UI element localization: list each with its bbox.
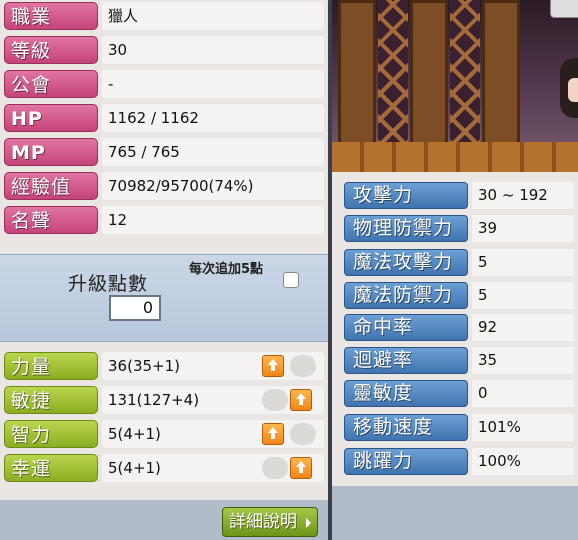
auto-add-checkbox[interactable]	[283, 272, 299, 288]
dex-up-arrow-icon[interactable]	[290, 389, 312, 411]
info-value: 70982/95700(74%)	[102, 172, 324, 200]
ability-label: 敏捷	[4, 386, 98, 414]
scene-sign	[550, 0, 578, 18]
wooden-post	[338, 0, 376, 145]
detail-button-label: 詳細說明	[229, 512, 297, 532]
info-row-job: 職業 獵人	[4, 0, 324, 32]
stat-row: 迴避率 35	[344, 344, 574, 376]
stat-value: 5	[472, 249, 574, 276]
info-row-hp: HP 1162 / 1162	[4, 102, 324, 134]
scene-floor	[332, 142, 578, 172]
str-up-arrow-icon[interactable]	[262, 355, 284, 377]
stat-row: 跳躍力 100%	[344, 445, 574, 477]
int-slot-disabled	[290, 423, 316, 445]
stat-label: 魔法攻擊力	[344, 249, 468, 276]
luk-slot-disabled	[262, 457, 288, 479]
stat-label: 移動速度	[344, 414, 468, 441]
stat-row: 命中率 92	[344, 311, 574, 343]
info-label: 公會	[4, 70, 98, 98]
stat-value: 30 ~ 192	[472, 182, 574, 209]
stat-label: 攻擊力	[344, 182, 468, 209]
dex-slot-disabled	[262, 389, 288, 411]
info-value: 12	[102, 206, 324, 234]
character-face	[568, 78, 578, 102]
wooden-post	[410, 0, 448, 145]
info-row-mp: MP 765 / 765	[4, 136, 324, 168]
stat-row: 移動速度 101%	[344, 411, 574, 443]
info-value: 1162 / 1162	[102, 104, 324, 132]
stat-value: 35	[472, 347, 574, 374]
stat-row: 魔法防禦力 5	[344, 279, 574, 311]
auto-add-label: 每次追加5點	[188, 262, 264, 277]
info-label: 職業	[4, 2, 98, 30]
wooden-post	[482, 0, 520, 145]
stat-label: 靈敏度	[344, 380, 468, 407]
stat-label: 魔法防禦力	[344, 282, 468, 309]
ability-points-label: 升級點數	[68, 273, 149, 295]
stat-row: 攻擊力 30 ~ 192	[344, 179, 574, 211]
lattice-panel	[378, 0, 408, 145]
info-row-level: 等級 30	[4, 34, 324, 66]
ability-points-value: 0	[109, 295, 161, 321]
int-up-arrow-icon[interactable]	[262, 423, 284, 445]
stat-row: 物理防禦力 39	[344, 212, 574, 244]
stat-label: 跳躍力	[344, 448, 468, 475]
info-value: -	[102, 70, 324, 98]
stat-row: 魔法攻擊力 5	[344, 246, 574, 278]
info-row-exp: 經驗值 70982/95700(74%)	[4, 170, 324, 202]
ability-points-area: 升級點數	[0, 254, 328, 342]
info-label: 名聲	[4, 206, 98, 234]
detail-button[interactable]: 詳細說明	[222, 507, 318, 537]
stat-row: 靈敏度 0	[344, 377, 574, 409]
stats-panel: 攻擊力 30 ~ 192 物理防禦力 39 魔法攻擊力 5 魔法防禦力 5 命中…	[332, 0, 578, 540]
ability-label: 智力	[4, 420, 98, 448]
stat-value: 100%	[472, 448, 574, 475]
info-row-fame: 名聲 12	[4, 204, 324, 236]
stat-value: 5	[472, 282, 574, 309]
stat-label: 迴避率	[344, 347, 468, 374]
stat-value: 101%	[472, 414, 574, 441]
lattice-panel	[450, 0, 480, 145]
stat-value: 0	[472, 380, 574, 407]
info-label: 等級	[4, 36, 98, 64]
luk-up-arrow-icon[interactable]	[290, 457, 312, 479]
right-footer	[332, 486, 578, 540]
ability-label: 幸運	[4, 454, 98, 482]
info-label: MP	[4, 138, 98, 166]
info-label: HP	[4, 104, 98, 132]
stat-value: 39	[472, 215, 574, 242]
info-value: 30	[102, 36, 324, 64]
str-slot-disabled	[290, 355, 316, 377]
stat-value: 92	[472, 314, 574, 341]
info-value: 獵人	[102, 2, 324, 30]
chevron-right-icon	[306, 518, 311, 528]
character-info-panel: 職業 獵人 等級 30 公會 - HP 1162 / 1162 MP 765 /…	[0, 0, 328, 540]
stat-label: 物理防禦力	[344, 215, 468, 242]
ability-label: 力量	[4, 352, 98, 380]
character-scene-image	[332, 0, 578, 172]
info-row-guild: 公會 -	[4, 68, 324, 100]
stat-label: 命中率	[344, 314, 468, 341]
info-label: 經驗值	[4, 172, 98, 200]
info-value: 765 / 765	[102, 138, 324, 166]
